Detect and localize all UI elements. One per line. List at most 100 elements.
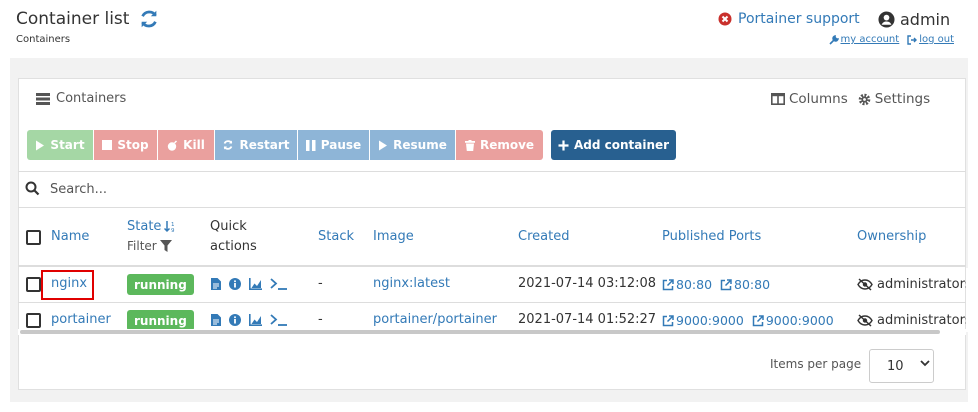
user-info: admin (878, 10, 950, 29)
ownership-label: administrators (877, 277, 972, 292)
add-container-button[interactable]: Add container (551, 130, 676, 160)
search-icon (25, 181, 40, 196)
stats-icon[interactable] (249, 314, 262, 326)
page-title: Container list (16, 9, 130, 29)
gear-icon (858, 93, 871, 105)
portainer-support-link[interactable]: Portainer support (718, 11, 860, 27)
port-link[interactable]: 9000:9000 (662, 313, 744, 328)
external-link-icon (662, 314, 674, 326)
stop-icon (102, 140, 113, 150)
widget-title: Containers (36, 91, 126, 106)
port-link[interactable]: 9000:9000 (752, 313, 834, 328)
account-links: my account log out (828, 34, 954, 45)
header-state[interactable]: State 1 9 (127, 219, 177, 234)
remove-button[interactable]: Remove (456, 130, 543, 160)
logs-icon[interactable] (211, 278, 221, 290)
page-header: Container list Containers Portainer supp… (0, 0, 978, 58)
header-created[interactable]: Created (518, 229, 569, 244)
settings-button[interactable]: Settings (858, 91, 930, 107)
restart-icon (224, 140, 233, 150)
support-label: Portainer support (738, 11, 860, 27)
scrollbar-thumb[interactable] (20, 330, 940, 334)
items-per-page-label: Items per page (770, 357, 862, 371)
my-account-label: my account (840, 34, 900, 45)
info-icon[interactable] (229, 278, 241, 290)
port-link[interactable]: 80:80 (662, 277, 712, 292)
published-ports: 9000:9000 9000:9000 (662, 313, 834, 328)
header-stack[interactable]: Stack (318, 229, 354, 244)
settings-label: Settings (874, 91, 931, 107)
port-label: 9000:9000 (765, 313, 834, 328)
ownership-value: administrators (857, 277, 972, 292)
console-icon[interactable] (270, 314, 288, 326)
image-link[interactable]: portainer/portainer (373, 312, 497, 327)
created-value: 2021-07-14 03:12:08 (518, 276, 657, 291)
bomb-icon (167, 139, 178, 151)
refresh-icon[interactable] (138, 8, 160, 30)
ownership-value: administrators (857, 313, 972, 328)
table-icon (36, 92, 50, 105)
ownership-label: administrators (877, 313, 972, 328)
header-ownership[interactable]: Ownership (857, 229, 926, 244)
play-icon (36, 140, 45, 150)
header-quick-actions-line1: Quick (210, 219, 247, 234)
stats-icon[interactable] (249, 278, 262, 290)
header-image[interactable]: Image (373, 229, 414, 244)
eye-slash-icon (857, 278, 873, 291)
columns-icon (771, 93, 785, 105)
status-badge: running (127, 310, 194, 331)
pause-button[interactable]: Pause (298, 130, 369, 160)
chevron-down-icon (920, 360, 930, 367)
trash-icon (464, 139, 475, 151)
start-button[interactable]: Start (27, 130, 93, 160)
items-per-page-value: 10 (887, 358, 904, 374)
filter-label: Filter (127, 239, 157, 253)
my-account-link[interactable]: my account (828, 34, 900, 45)
search-input[interactable] (50, 180, 450, 198)
row-checkbox[interactable] (26, 277, 41, 292)
filter-icon (159, 240, 172, 252)
svg-text:9: 9 (171, 228, 175, 233)
header-name[interactable]: Name (51, 229, 89, 244)
port-link[interactable]: 80:80 (720, 277, 770, 292)
pause-icon (305, 139, 316, 151)
stop-label: Stop (117, 138, 149, 152)
published-ports: 80:80 80:80 (662, 277, 770, 292)
log-out-link[interactable]: log out (907, 34, 954, 45)
kill-label: Kill (183, 138, 205, 152)
console-icon[interactable] (270, 278, 288, 290)
state-filter[interactable]: Filter (127, 239, 172, 253)
widget-tools: Columns Settings (771, 91, 930, 107)
image-link[interactable]: nginx:latest (373, 276, 450, 291)
resume-label: Resume (393, 138, 447, 152)
resume-button[interactable]: Resume (370, 130, 455, 160)
logs-icon[interactable] (211, 314, 221, 326)
restart-label: Restart (239, 138, 290, 152)
start-label: Start (50, 138, 85, 152)
stop-button[interactable]: Stop (94, 130, 157, 160)
header-state-label: State (127, 219, 162, 234)
add-container-label: Add container (573, 138, 670, 152)
status-badge: running (127, 274, 194, 295)
row-checkbox[interactable] (26, 313, 41, 328)
restart-button[interactable]: Restart (215, 130, 297, 160)
header-published-ports[interactable]: Published Ports (662, 229, 761, 244)
columns-label: Columns (789, 91, 848, 107)
play-icon (379, 140, 388, 150)
created-value: 2021-07-14 01:52:27 (518, 312, 657, 327)
table-header (18, 208, 966, 267)
eye-slash-icon (857, 314, 873, 327)
columns-button[interactable]: Columns (771, 91, 848, 107)
container-name-link[interactable]: portainer (51, 312, 111, 327)
stack-value: - (318, 276, 323, 291)
support-icon (718, 12, 732, 26)
info-icon[interactable] (229, 314, 241, 326)
plus-icon (558, 140, 569, 150)
select-all-checkbox[interactable] (26, 230, 41, 245)
widget-title-label: Containers (56, 91, 127, 106)
quick-actions (211, 314, 288, 326)
kill-button[interactable]: Kill (158, 130, 214, 160)
pause-label: Pause (320, 138, 362, 152)
port-label: 9000:9000 (676, 313, 744, 328)
quick-actions (211, 278, 288, 290)
